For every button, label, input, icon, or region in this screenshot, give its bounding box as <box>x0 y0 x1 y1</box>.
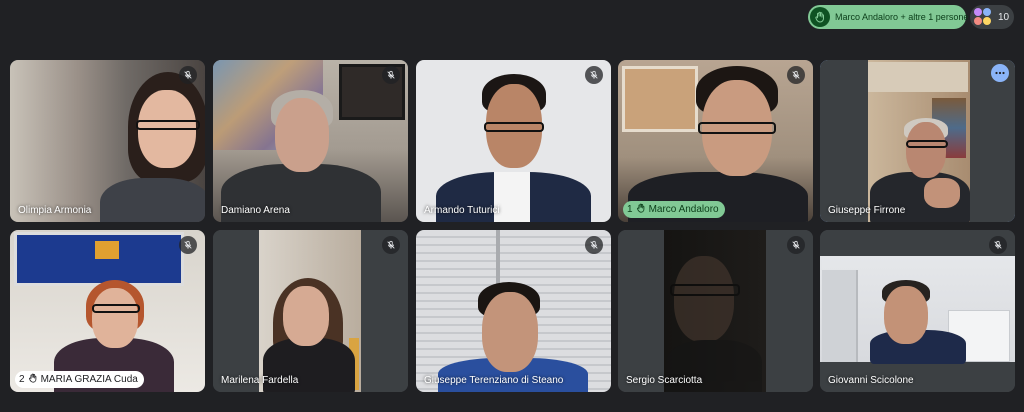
mic-off-icon <box>382 236 400 254</box>
participant-avatars <box>974 8 992 26</box>
participant-name: Sergio Scarciotta <box>626 375 703 386</box>
participant-name: Marilena Fardella <box>221 375 299 386</box>
top-bar: Marco Andaloro + altre 1 persone 10 <box>0 0 1024 40</box>
mic-off-icon <box>179 236 197 254</box>
raised-hand-icon <box>636 203 646 216</box>
raised-hand-icon <box>810 7 830 27</box>
participant-name: Olimpia Armonia <box>18 205 92 216</box>
participant-name-badge: 2 MARIA GRAZIA Cuda <box>15 371 144 388</box>
raised-hands-button[interactable]: Marco Andaloro + altre 1 persone <box>808 5 969 29</box>
participant-tile[interactable]: Giovanni Scicolone <box>820 230 1015 392</box>
mic-off-icon <box>989 236 1007 254</box>
participant-count: 10 <box>998 11 1010 23</box>
more-options-icon[interactable] <box>991 64 1009 82</box>
participant-tile[interactable]: Armando Tuturici <box>416 60 611 222</box>
hand-order: 1 <box>627 204 633 215</box>
participant-tile[interactable]: 1 Marco Andaloro <box>618 60 813 222</box>
raised-hand-icon <box>28 373 38 386</box>
participant-name: Giovanni Scicolone <box>828 375 914 386</box>
raised-hands-text: Marco Andaloro + altre 1 persone <box>835 12 969 22</box>
participant-name-badge: 1 Marco Andaloro <box>623 201 725 218</box>
participant-tile[interactable]: Marilena Fardella <box>213 230 408 392</box>
mic-off-icon <box>585 66 603 84</box>
mic-off-icon <box>585 236 603 254</box>
participants-button[interactable]: 10 <box>970 5 1014 29</box>
participant-tile[interactable]: Damiano Arena <box>213 60 408 222</box>
participant-name: Damiano Arena <box>221 205 290 216</box>
participant-name: Armando Tuturici <box>424 205 500 216</box>
mic-off-icon <box>382 66 400 84</box>
participant-tile[interactable]: Sergio Scarciotta <box>618 230 813 392</box>
hand-order: 2 <box>19 374 25 385</box>
mic-off-icon <box>787 66 805 84</box>
mic-off-icon <box>179 66 197 84</box>
mic-off-icon <box>787 236 805 254</box>
participant-name: Giuseppe Firrone <box>828 205 906 216</box>
participant-tile-active[interactable]: Giuseppe Firrone <box>820 60 1015 222</box>
participant-name: Giuseppe Terenziano di Steano <box>424 375 564 386</box>
participant-name: MARIA GRAZIA Cuda <box>40 374 138 385</box>
participant-name: Marco Andaloro <box>648 204 719 215</box>
participant-tile[interactable]: Olimpia Armonia <box>10 60 205 222</box>
participant-tile[interactable]: 2 MARIA GRAZIA Cuda <box>10 230 205 392</box>
participant-tile[interactable]: Giuseppe Terenziano di Steano <box>416 230 611 392</box>
